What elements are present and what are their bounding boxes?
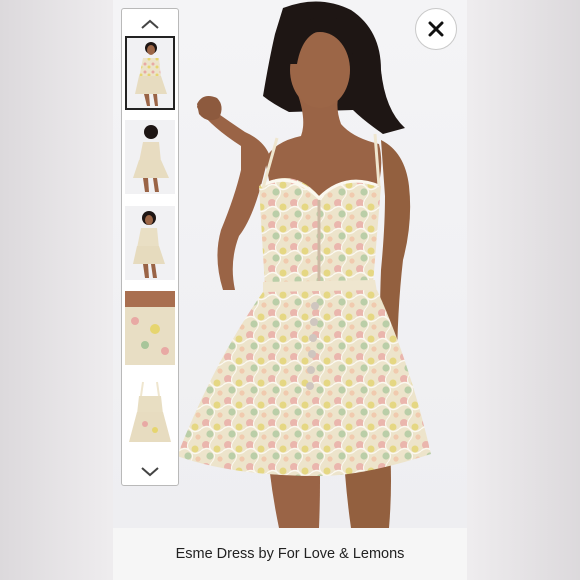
thumbnail-back[interactable] (125, 120, 175, 194)
thumbnail-flatlay[interactable] (125, 376, 175, 450)
chevron-down-icon (141, 467, 159, 477)
close-button[interactable] (415, 8, 457, 50)
scroll-up-button[interactable] (122, 11, 178, 37)
caption-bar: Esme Dress by For Love & Lemons (113, 528, 467, 580)
thumbnail-strip (121, 8, 179, 486)
product-caption: Esme Dress by For Love & Lemons (175, 546, 405, 562)
thumbnail-side[interactable] (125, 206, 175, 280)
close-icon (428, 21, 444, 37)
scroll-down-button[interactable] (122, 459, 178, 485)
thumbnail-front[interactable] (125, 36, 175, 110)
chevron-up-icon (141, 19, 159, 29)
screenshot-frame: Esme Dress by For Love & Lemons (0, 0, 580, 580)
thumbnail-closeup[interactable] (125, 291, 175, 365)
